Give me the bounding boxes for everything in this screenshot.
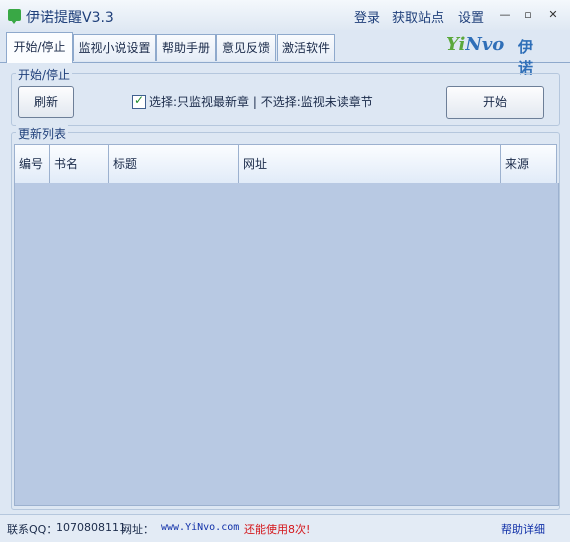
start-stop-group-title: 开始/停止 bbox=[16, 66, 73, 83]
column-header-book-name[interactable]: 书名 bbox=[50, 145, 109, 183]
contact-qq-label: 联系QQ： bbox=[7, 523, 58, 536]
website-link[interactable]: www.YiNvo.com bbox=[161, 522, 239, 533]
refresh-button[interactable]: 刷新 bbox=[18, 86, 74, 118]
fetch-sites-link[interactable]: 获取站点 bbox=[392, 7, 444, 26]
tab-monitor-settings[interactable]: 监视小说设置 bbox=[73, 34, 156, 61]
usage-remaining-text: 还能使用8次! bbox=[244, 523, 311, 536]
title-bar: 伊诺提醒V3.3 登录 获取站点 设置 — ▫ ✕ bbox=[0, 0, 570, 30]
login-link[interactable]: 登录 bbox=[354, 7, 380, 26]
settings-link[interactable]: 设置 bbox=[458, 7, 484, 26]
logo-nvo: Nvo bbox=[465, 34, 505, 55]
tab-help-manual[interactable]: 帮助手册 bbox=[156, 34, 216, 61]
status-bar: 联系QQ： 1070808111 网址： www.YiNvo.com 还能使用8… bbox=[0, 514, 570, 542]
yinvo-logo: YiNvo 伊诺 bbox=[446, 34, 533, 77]
app-window: 伊诺提醒V3.3 登录 获取站点 设置 — ▫ ✕ 开始/停止 监视小说设置 帮… bbox=[0, 0, 570, 542]
start-button[interactable]: 开始 bbox=[446, 86, 544, 119]
update-list-body[interactable] bbox=[14, 183, 559, 506]
tab-activate[interactable]: 激活软件 bbox=[277, 34, 335, 61]
logo-yi: Yi bbox=[446, 34, 466, 55]
table-header: 编号 书名 标题 网址 来源 bbox=[14, 144, 557, 184]
contact-qq-value: 1070808111 bbox=[56, 521, 126, 534]
chat-bubble-icon bbox=[8, 9, 21, 24]
tab-feedback[interactable]: 意见反馈 bbox=[216, 34, 276, 61]
minimize-icon[interactable]: — bbox=[498, 8, 512, 22]
close-icon[interactable]: ✕ bbox=[546, 8, 560, 22]
latest-chapter-checkbox[interactable] bbox=[132, 93, 146, 109]
column-header-id[interactable]: 编号 bbox=[15, 145, 50, 183]
tab-start-stop[interactable]: 开始/停止 bbox=[6, 32, 73, 63]
latest-chapter-label: 选择:只监视最新章 | 不选择:监视未读章节 bbox=[149, 95, 373, 109]
window-title: 伊诺提醒V3.3 bbox=[26, 10, 114, 26]
column-header-title[interactable]: 标题 bbox=[109, 145, 239, 183]
column-header-source[interactable]: 来源 bbox=[501, 145, 556, 183]
website-label: 网址： bbox=[121, 523, 154, 536]
maximize-icon[interactable]: ▫ bbox=[521, 8, 535, 22]
update-list-group-title: 更新列表 bbox=[16, 125, 69, 142]
column-header-url[interactable]: 网址 bbox=[239, 145, 501, 183]
help-detail-link[interactable]: 帮助详细 bbox=[501, 521, 545, 537]
logo-cn: 伊诺 bbox=[518, 38, 534, 77]
